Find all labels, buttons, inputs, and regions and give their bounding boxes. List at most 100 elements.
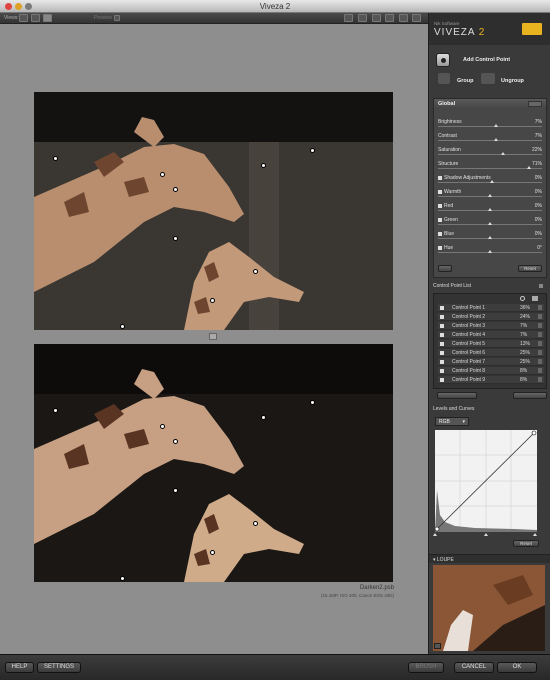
slider-structure[interactable]: Structure 71% bbox=[438, 160, 542, 172]
cp-expand-icon[interactable] bbox=[538, 305, 542, 310]
cp-visibility-checkbox[interactable] bbox=[440, 360, 444, 364]
slider-track[interactable] bbox=[438, 154, 542, 155]
cp-list-item[interactable]: Control Point 3 7% bbox=[438, 322, 544, 330]
shadow-adjustments-checkbox[interactable] bbox=[438, 175, 442, 180]
control-point-marker[interactable] bbox=[310, 400, 315, 405]
cp-visibility-checkbox[interactable] bbox=[440, 378, 444, 382]
global-reset-button[interactable]: Reset bbox=[518, 265, 542, 272]
hand-tool-icon[interactable] bbox=[358, 14, 367, 22]
slider-track[interactable] bbox=[438, 168, 542, 169]
color-picker-icon[interactable] bbox=[399, 14, 408, 22]
split-view-icon[interactable] bbox=[31, 14, 40, 22]
cp-visibility-checkbox[interactable] bbox=[440, 324, 444, 328]
brush-mini-button[interactable] bbox=[438, 265, 452, 272]
control-point-marker[interactable] bbox=[173, 187, 178, 192]
slider-handle[interactable] bbox=[527, 166, 532, 169]
duplicate-cp-button[interactable] bbox=[437, 392, 477, 399]
slider-checkbox[interactable] bbox=[438, 245, 442, 250]
cp-list-item[interactable]: Control Point 6 25% bbox=[438, 349, 544, 357]
cp-visibility-checkbox[interactable] bbox=[440, 333, 444, 337]
control-point-marker[interactable] bbox=[173, 439, 178, 444]
control-point-marker[interactable] bbox=[253, 269, 258, 274]
cp-visibility-checkbox[interactable] bbox=[440, 342, 444, 346]
cp-expand-icon[interactable] bbox=[538, 377, 542, 382]
control-point-marker[interactable] bbox=[160, 424, 165, 429]
cp-expand-icon[interactable] bbox=[538, 314, 542, 319]
cp-expand-icon[interactable] bbox=[538, 323, 542, 328]
slider-checkbox[interactable] bbox=[438, 217, 442, 222]
delete-cp-button[interactable] bbox=[513, 392, 547, 399]
delete-icon[interactable] bbox=[532, 296, 538, 301]
control-point-marker[interactable] bbox=[173, 236, 178, 241]
cp-list-item[interactable]: Control Point 5 13% bbox=[438, 340, 544, 348]
add-control-point-button[interactable] bbox=[436, 53, 450, 67]
control-point-marker[interactable] bbox=[310, 148, 315, 153]
cp-expand-icon[interactable] bbox=[538, 332, 542, 337]
control-point-marker[interactable] bbox=[173, 488, 178, 493]
cp-visibility-checkbox[interactable] bbox=[440, 315, 444, 319]
slider-handle[interactable] bbox=[487, 236, 492, 239]
control-point-marker[interactable] bbox=[120, 576, 125, 581]
slider-handle[interactable] bbox=[501, 152, 506, 155]
cancel-button[interactable]: CANCEL bbox=[454, 662, 494, 673]
background-color-icon[interactable] bbox=[412, 14, 421, 22]
control-point-marker[interactable] bbox=[53, 408, 58, 413]
control-point-marker[interactable] bbox=[261, 415, 266, 420]
show-selection-icon[interactable] bbox=[520, 296, 525, 301]
ok-button[interactable]: OK bbox=[497, 662, 537, 673]
side-by-side-view-icon[interactable] bbox=[43, 14, 52, 22]
cp-list-item[interactable]: Control Point 4 7% bbox=[438, 331, 544, 339]
slider-brightness[interactable]: Brightness 7% bbox=[438, 118, 542, 130]
cp-expand-icon[interactable] bbox=[538, 350, 542, 355]
group-icon[interactable] bbox=[438, 73, 450, 84]
levels-black-slider[interactable] bbox=[433, 533, 437, 536]
slider-contrast[interactable]: Contrast 7% bbox=[438, 132, 542, 144]
fit-icon[interactable] bbox=[344, 14, 353, 22]
slider-blue[interactable]: Blue 0% bbox=[438, 230, 542, 242]
after-image[interactable] bbox=[34, 344, 393, 582]
ungroup-icon[interactable] bbox=[481, 73, 495, 84]
shadow-adjustments-row[interactable]: Shadow Adjustments 0% bbox=[438, 174, 542, 186]
cp-expand-icon[interactable] bbox=[538, 368, 542, 373]
slider-checkbox[interactable] bbox=[438, 189, 442, 194]
control-point-marker[interactable] bbox=[210, 550, 215, 555]
cp-expand-icon[interactable] bbox=[538, 341, 542, 346]
loupe-pin-icon[interactable] bbox=[434, 643, 441, 649]
slider-checkbox[interactable] bbox=[438, 203, 442, 208]
channel-select[interactable]: RGB ▾ bbox=[435, 417, 469, 426]
cp-visibility-checkbox[interactable] bbox=[440, 369, 444, 373]
slider-warmth[interactable]: Warmth 0% bbox=[438, 188, 542, 200]
control-point-marker[interactable] bbox=[210, 298, 215, 303]
slider-handle[interactable] bbox=[494, 138, 499, 141]
brush-button[interactable]: BRUSH bbox=[408, 662, 444, 673]
cp-list-item[interactable]: Control Point 1 36% bbox=[438, 304, 544, 312]
levels-gray-slider[interactable] bbox=[484, 533, 488, 536]
slider-hue[interactable]: Hue 0° bbox=[438, 244, 542, 256]
slider-handle[interactable] bbox=[494, 124, 499, 127]
control-point-marker[interactable] bbox=[261, 163, 266, 168]
help-button[interactable]: HELP bbox=[5, 662, 34, 673]
swap-views-icon[interactable] bbox=[209, 333, 217, 340]
cp-list-item[interactable]: Control Point 2 24% bbox=[438, 313, 544, 321]
control-point-marker[interactable] bbox=[120, 324, 125, 329]
cp-list-item[interactable]: Control Point 7 25% bbox=[438, 358, 544, 366]
slider-red[interactable]: Red 0% bbox=[438, 202, 542, 214]
control-point-marker[interactable] bbox=[53, 156, 58, 161]
before-image[interactable] bbox=[34, 92, 393, 330]
cp-visibility-checkbox[interactable] bbox=[440, 306, 444, 310]
slider-handle[interactable] bbox=[487, 250, 492, 253]
settings-button[interactable]: SETTINGS bbox=[37, 662, 81, 673]
slider-handle[interactable] bbox=[487, 194, 492, 197]
slider-track[interactable] bbox=[438, 140, 542, 141]
cp-list-item[interactable]: Control Point 8 8% bbox=[438, 367, 544, 375]
control-point-marker[interactable] bbox=[253, 521, 258, 526]
control-point-marker[interactable] bbox=[160, 172, 165, 177]
global-options-icon[interactable] bbox=[528, 101, 542, 107]
levels-white-slider[interactable] bbox=[533, 533, 537, 536]
zoom-out-icon[interactable] bbox=[385, 14, 394, 22]
collapse-icon[interactable] bbox=[539, 284, 543, 288]
slider-handle[interactable] bbox=[487, 208, 492, 211]
curves-graph[interactable] bbox=[435, 430, 537, 532]
preview-checkbox[interactable] bbox=[114, 15, 120, 21]
slider-saturation[interactable]: Saturation 22% bbox=[438, 146, 542, 158]
